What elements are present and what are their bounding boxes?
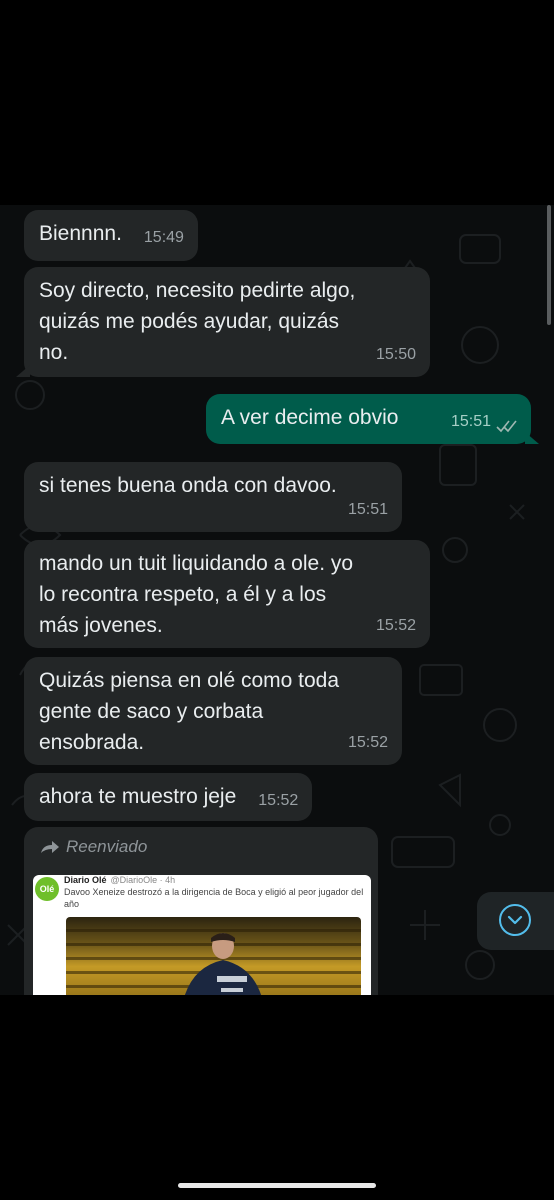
forwarded-label: Reenviado: [40, 837, 147, 857]
bubble-tail: [525, 432, 539, 444]
message-bubble[interactable]: Quizás piensa en olé como toda gente de …: [24, 657, 402, 765]
message-text: A ver decime obvio: [221, 406, 399, 429]
message-time: 15:49: [143, 229, 184, 246]
message-time: 15:50: [375, 346, 416, 363]
home-indicator[interactable]: [178, 1183, 376, 1188]
chat-area[interactable]: Biennnn. 15:49 Soy directo, necesito pedi…: [0, 205, 554, 995]
message-time: 15:52: [347, 734, 388, 751]
tweet-handle: @DiarioOle · 4h: [110, 875, 176, 885]
double-check-icon: [496, 420, 517, 433]
message-time: 15:52: [375, 617, 416, 634]
message-bubble-sent[interactable]: A ver decime obvio 15:51: [206, 394, 539, 444]
message-text: ahora te muestro jeje: [39, 785, 237, 808]
message-bubble[interactable]: Biennnn. 15:49: [24, 210, 198, 261]
scroll-to-bottom-button[interactable]: [477, 892, 554, 950]
bubble-tail: [16, 365, 30, 377]
tweet-author: Diario Olé @DiarioOle · 4h: [64, 875, 175, 885]
message-bubble[interactable]: ahora te muestro jeje 15:52: [24, 773, 313, 821]
phone-screen: Biennnn. 15:49 Soy directo, necesito pedi…: [0, 0, 554, 1200]
message-line: mando un tuit liquidando a ole. yo: [39, 552, 354, 575]
message-time: 15:51: [450, 413, 491, 430]
message-line: ensobrada.: [39, 731, 145, 754]
message-line: Quizás piensa en olé como toda: [39, 669, 340, 692]
message-bubble[interactable]: Soy directo, necesito pedirte algo, quiz…: [16, 267, 430, 377]
message-line: quizás me podés ayudar, quizás: [39, 310, 340, 333]
message-line: no.: [39, 341, 69, 364]
message-time: 15:51: [347, 501, 388, 518]
tweet-photo: [66, 917, 361, 995]
forwarded-text: Reenviado: [66, 837, 148, 856]
tweet-screenshot[interactable]: Olé Diario Olé @DiarioOle · 4h Davoo Xene…: [33, 875, 371, 995]
player-figure: [184, 933, 262, 995]
message-text: Biennnn.: [39, 222, 122, 245]
tweet-text: Davoo Xeneize destrozó a la dirigencia d…: [64, 887, 364, 909]
message-line: gente de saco y corbata: [39, 700, 264, 723]
forwarded-message-bubble[interactable]: Reenviado Olé Diario Olé @DiarioOle · 4h …: [24, 827, 378, 995]
message-line: Soy directo, necesito pedirte algo,: [39, 279, 356, 302]
ole-logo: Olé: [35, 877, 59, 901]
message-bubble[interactable]: si tenes buena onda con davoo. 15:51: [24, 462, 402, 532]
scrollbar[interactable]: [547, 205, 551, 325]
message-time: 15:52: [258, 792, 299, 809]
message-line: más jovenes.: [39, 614, 163, 637]
message-line: lo recontra respeto, a él y a los: [39, 583, 327, 606]
tweet-author-name: Diario Olé: [64, 875, 107, 885]
chevron-down-icon: [499, 904, 531, 936]
forward-arrow-icon: [41, 841, 59, 853]
message-text: si tenes buena onda con davoo.: [39, 474, 337, 497]
message-bubble[interactable]: mando un tuit liquidando a ole. yo lo re…: [24, 540, 430, 648]
